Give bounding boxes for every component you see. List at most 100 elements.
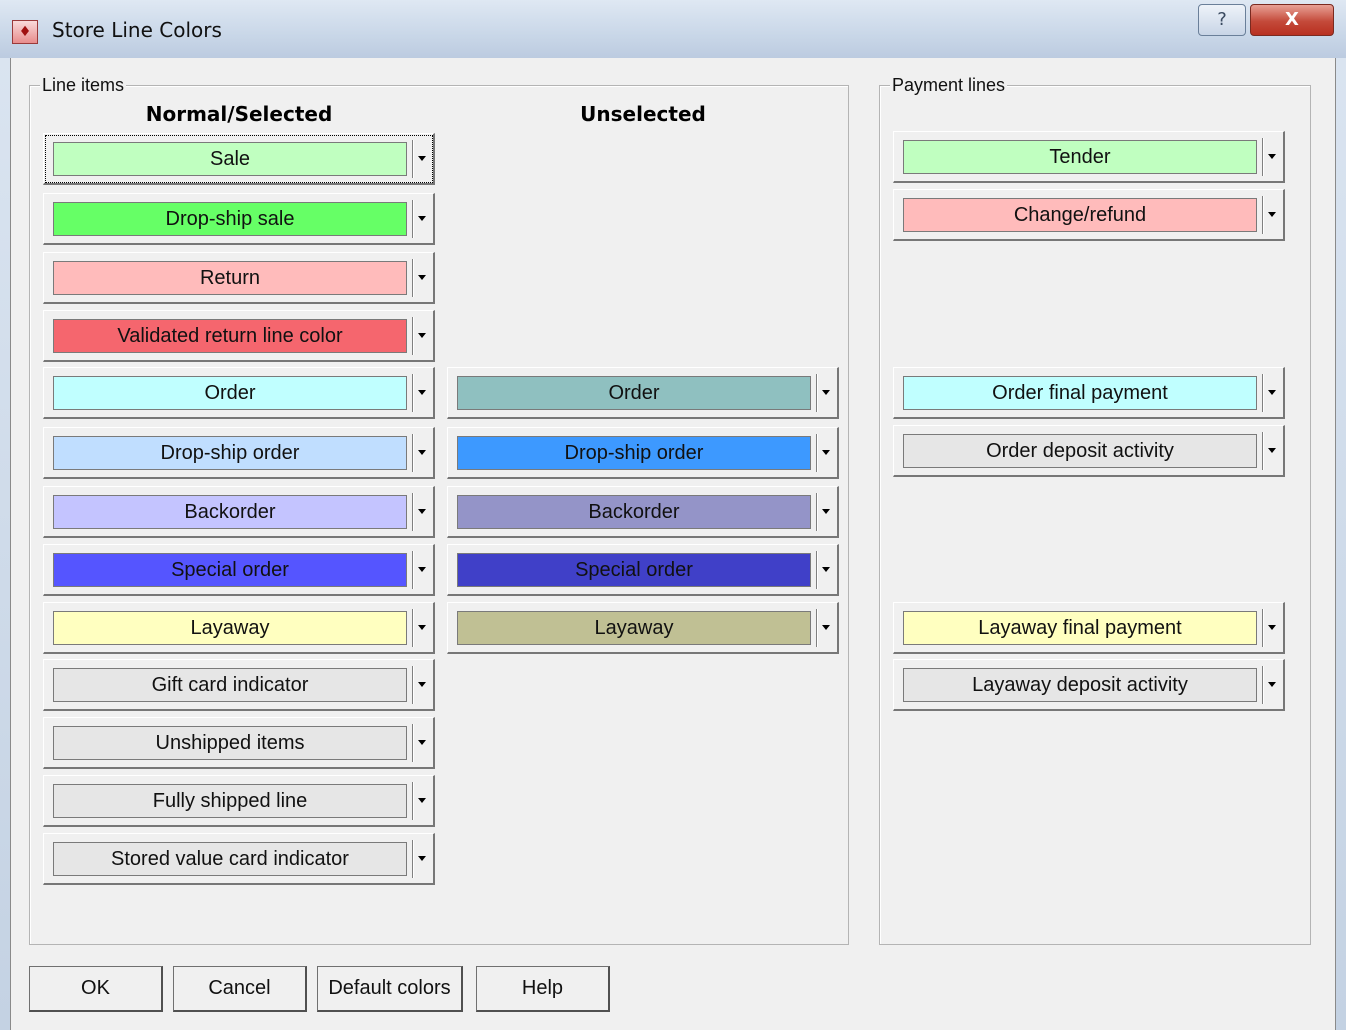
dropdown-separator <box>816 493 817 531</box>
color-swatch: Validated return line color <box>53 319 407 353</box>
dropdown-separator <box>1262 609 1263 647</box>
dropdown-separator <box>412 840 413 878</box>
dropdown-separator <box>412 551 413 589</box>
color-swatch: Drop-ship order <box>457 436 811 470</box>
dropdown-arrow-icon[interactable] <box>822 509 830 514</box>
dropdown-arrow-icon[interactable] <box>418 156 426 161</box>
payment-change-refund-color-button[interactable]: Change/refund <box>893 189 1285 241</box>
window-title: Store Line Colors <box>52 18 222 42</box>
dropdown-separator <box>816 609 817 647</box>
dropdown-arrow-icon[interactable] <box>822 625 830 630</box>
dropdown-separator <box>1262 432 1263 470</box>
dropdown-arrow-icon[interactable] <box>1268 212 1276 217</box>
color-swatch: Layaway final payment <box>903 611 1257 645</box>
color-swatch: Order <box>457 376 811 410</box>
color-swatch: Fully shipped line <box>53 784 407 818</box>
dropdown-arrow-icon[interactable] <box>1268 448 1276 453</box>
dropdown-arrow-icon[interactable] <box>418 509 426 514</box>
dropdown-arrow-icon[interactable] <box>822 567 830 572</box>
dropdown-separator <box>412 666 413 704</box>
default-colors-button[interactable]: Default colors <box>317 966 463 1012</box>
normal-fully-shipped-line-color-button[interactable]: Fully shipped line <box>43 775 435 827</box>
dropdown-arrow-icon[interactable] <box>1268 390 1276 395</box>
unselected-drop-ship-order-color-button[interactable]: Drop-ship order <box>447 427 839 479</box>
color-swatch: Tender <box>903 140 1257 174</box>
normal-sale-color-button[interactable]: Sale <box>43 133 435 185</box>
normal-drop-ship-sale-color-button[interactable]: Drop-ship sale <box>43 193 435 245</box>
color-swatch: Return <box>53 261 407 295</box>
color-swatch: Drop-ship sale <box>53 202 407 236</box>
dropdown-separator <box>816 434 817 472</box>
unselected-layaway-color-button[interactable]: Layaway <box>447 602 839 654</box>
title-bar: ♦ Store Line Colors ? X <box>0 0 1346 58</box>
dropdown-arrow-icon[interactable] <box>418 216 426 221</box>
payment-layaway-deposit-activity-color-button[interactable]: Layaway deposit activity <box>893 659 1285 711</box>
dropdown-separator <box>412 317 413 355</box>
dropdown-arrow-icon[interactable] <box>418 567 426 572</box>
dropdown-arrow-icon[interactable] <box>418 798 426 803</box>
dropdown-arrow-icon[interactable] <box>418 856 426 861</box>
normal-drop-ship-order-color-button[interactable]: Drop-ship order <box>43 427 435 479</box>
normal-unshipped-items-color-button[interactable]: Unshipped items <box>43 717 435 769</box>
color-swatch: Drop-ship order <box>53 436 407 470</box>
normal-special-order-color-button[interactable]: Special order <box>43 544 435 596</box>
payment-order-final-payment-color-button[interactable]: Order final payment <box>893 367 1285 419</box>
dropdown-arrow-icon[interactable] <box>1268 625 1276 630</box>
help-button[interactable]: Help <box>476 966 610 1012</box>
dropdown-arrow-icon[interactable] <box>1268 154 1276 159</box>
dialog-window: ♦ Store Line Colors ? X Line items Norma… <box>0 0 1346 1030</box>
close-button[interactable]: X <box>1250 4 1334 36</box>
dropdown-separator <box>816 374 817 412</box>
cancel-button[interactable]: Cancel <box>173 966 307 1012</box>
color-swatch: Order deposit activity <box>903 434 1257 468</box>
payment-order-deposit-activity-color-button[interactable]: Order deposit activity <box>893 425 1285 477</box>
unselected-special-order-color-button[interactable]: Special order <box>447 544 839 596</box>
normal-order-color-button[interactable]: Order <box>43 367 435 419</box>
payment-tender-color-button[interactable]: Tender <box>893 131 1285 183</box>
color-swatch: Gift card indicator <box>53 668 407 702</box>
line-items-legend: Line items <box>40 75 127 96</box>
dropdown-separator <box>412 724 413 762</box>
payment-lines-legend: Payment lines <box>890 75 1008 96</box>
normal-gift-card-indicator-color-button[interactable]: Gift card indicator <box>43 659 435 711</box>
color-swatch: Sale <box>53 142 407 176</box>
help-title-button[interactable]: ? <box>1198 4 1246 36</box>
dropdown-arrow-icon[interactable] <box>822 390 830 395</box>
dropdown-arrow-icon[interactable] <box>418 450 426 455</box>
dropdown-arrow-icon[interactable] <box>418 390 426 395</box>
color-swatch: Backorder <box>457 495 811 529</box>
dropdown-arrow-icon[interactable] <box>822 450 830 455</box>
dropdown-separator <box>412 200 413 238</box>
color-swatch: Backorder <box>53 495 407 529</box>
dropdown-arrow-icon[interactable] <box>418 333 426 338</box>
dropdown-separator <box>412 374 413 412</box>
dropdown-arrow-icon[interactable] <box>418 682 426 687</box>
color-swatch: Order final payment <box>903 376 1257 410</box>
color-swatch: Stored value card indicator <box>53 842 407 876</box>
color-swatch: Special order <box>53 553 407 587</box>
app-icon: ♦ <box>12 20 38 44</box>
color-swatch: Layaway deposit activity <box>903 668 1257 702</box>
normal-selected-header: Normal/Selected <box>145 102 333 126</box>
dropdown-separator <box>412 609 413 647</box>
normal-return-color-button[interactable]: Return <box>43 252 435 304</box>
unselected-header: Unselected <box>580 102 706 126</box>
normal-stored-value-card-indicator-color-button[interactable]: Stored value card indicator <box>43 833 435 885</box>
normal-validated-return-line-color-color-button[interactable]: Validated return line color <box>43 310 435 362</box>
dropdown-separator <box>1262 666 1263 704</box>
payment-layaway-final-payment-color-button[interactable]: Layaway final payment <box>893 602 1285 654</box>
dropdown-arrow-icon[interactable] <box>418 625 426 630</box>
dropdown-arrow-icon[interactable] <box>418 275 426 280</box>
color-swatch: Change/refund <box>903 198 1257 232</box>
dropdown-separator <box>412 140 413 178</box>
normal-layaway-color-button[interactable]: Layaway <box>43 602 435 654</box>
dropdown-separator <box>412 782 413 820</box>
unselected-order-color-button[interactable]: Order <box>447 367 839 419</box>
ok-button[interactable]: OK <box>29 966 163 1012</box>
unselected-backorder-color-button[interactable]: Backorder <box>447 486 839 538</box>
normal-backorder-color-button[interactable]: Backorder <box>43 486 435 538</box>
dropdown-separator <box>412 259 413 297</box>
dropdown-arrow-icon[interactable] <box>418 740 426 745</box>
color-swatch: Special order <box>457 553 811 587</box>
dropdown-arrow-icon[interactable] <box>1268 682 1276 687</box>
